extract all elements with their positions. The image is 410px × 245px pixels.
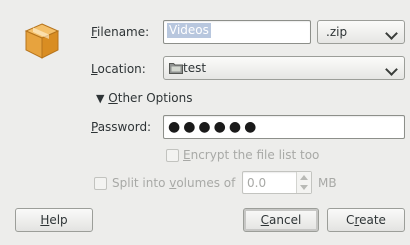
other-options-expander[interactable]: ▼ Other Options bbox=[96, 90, 193, 107]
folder-icon bbox=[169, 62, 183, 77]
password-masked-value: ●●●●●● bbox=[168, 119, 260, 135]
spin-up-icon[interactable] bbox=[300, 175, 308, 180]
help-button[interactable]: Help bbox=[15, 208, 93, 232]
split-label: Split into volumes of bbox=[112, 176, 236, 190]
volume-size-input[interactable]: 0.0 bbox=[242, 171, 312, 194]
filename-input[interactable]: Videos bbox=[163, 20, 311, 44]
location-label: Location: bbox=[91, 62, 146, 76]
volume-size-value: 0.0 bbox=[247, 176, 267, 190]
encrypt-label: Encrypt the file list too bbox=[183, 148, 320, 162]
archive-box-icon bbox=[24, 22, 60, 60]
location-dropdown[interactable]: test bbox=[163, 56, 405, 80]
filename-label: Filename: bbox=[91, 25, 150, 39]
location-folder-name: test bbox=[183, 61, 207, 75]
filename-selected-text: Videos bbox=[167, 23, 211, 38]
create-button[interactable]: Create bbox=[327, 208, 405, 232]
split-checkbox[interactable] bbox=[94, 177, 107, 190]
spin-buttons bbox=[296, 172, 311, 193]
spin-down-icon[interactable] bbox=[300, 185, 308, 190]
extension-dropdown[interactable]: .zip bbox=[317, 20, 405, 44]
chevron-down-icon bbox=[385, 27, 398, 40]
cancel-button[interactable]: Cancel bbox=[243, 208, 319, 232]
password-label: Password: bbox=[91, 120, 152, 134]
extension-value: .zip bbox=[326, 25, 348, 39]
volume-unit-label: MB bbox=[318, 176, 337, 190]
chevron-down-icon bbox=[385, 63, 398, 76]
password-input[interactable]: ●●●●●● bbox=[163, 115, 405, 139]
encrypt-checkbox[interactable] bbox=[166, 149, 179, 162]
expander-arrow-icon: ▼ bbox=[96, 92, 105, 105]
